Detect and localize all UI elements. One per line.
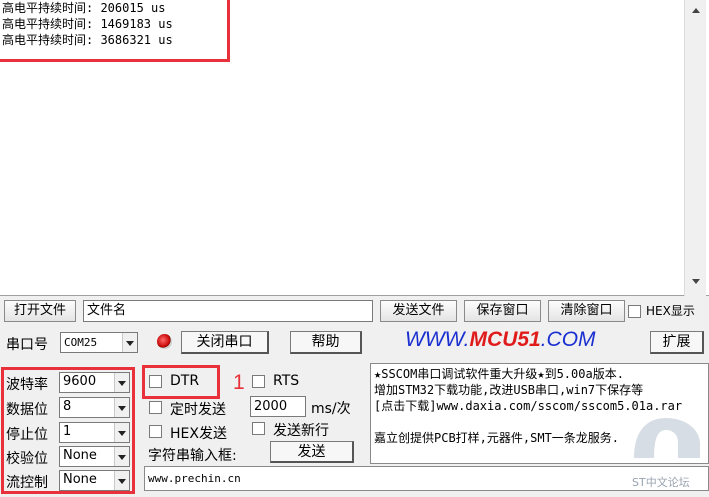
watermark-logo-icon [632, 412, 702, 460]
scroll-down-icon[interactable] [692, 279, 700, 284]
help-button[interactable]: 帮助 [290, 331, 362, 354]
timed-send-checkbox[interactable] [149, 401, 162, 414]
expand-button[interactable]: 扩展 [650, 331, 704, 354]
chevron-down-icon[interactable] [122, 333, 137, 352]
send-newline-checkbox[interactable] [252, 422, 265, 435]
stopbits-label: 停止位 [6, 427, 48, 443]
port-label: 串口号 [6, 337, 48, 353]
hex-send-label: HEX发送 [170, 426, 227, 442]
annotation-number: 1 [233, 371, 245, 394]
baud-value: 9600 [63, 374, 97, 389]
send-input[interactable]: www.prechin.cn [144, 466, 709, 491]
brand-mid: MCU51 [469, 328, 541, 351]
databits-select[interactable]: 8 [59, 397, 130, 418]
hex-display-checkbox[interactable] [628, 305, 641, 318]
scroll-up-icon[interactable] [692, 8, 700, 13]
databits-label: 数据位 [6, 402, 48, 418]
file-name-field[interactable]: 文件名 [83, 300, 373, 322]
send-newline-label: 发送新行 [273, 423, 329, 439]
input-label: 字符串输入框: [148, 448, 237, 464]
chevron-down-icon[interactable] [114, 398, 129, 417]
dtr-checkbox[interactable] [149, 375, 162, 388]
rts-checkbox[interactable] [252, 375, 265, 388]
chevron-down-icon[interactable] [114, 423, 129, 442]
interval-input[interactable]: 2000 [250, 396, 306, 417]
hex-display-label: HEX显示 [646, 304, 695, 318]
highlight-box-output [0, 0, 230, 62]
close-port-button[interactable]: 关闭串口 [181, 331, 269, 354]
receive-scrollbar[interactable] [684, 0, 706, 296]
clear-window-button[interactable]: 清除窗口 [548, 300, 625, 322]
parity-label: 校验位 [6, 451, 48, 467]
open-file-button[interactable]: 打开文件 [4, 300, 76, 322]
chevron-down-icon[interactable] [114, 373, 129, 392]
timed-send-label: 定时发送 [170, 402, 226, 418]
databits-value: 8 [63, 399, 72, 414]
flow-value: None [63, 472, 97, 487]
save-window-button[interactable]: 保存窗口 [464, 300, 541, 322]
baud-label: 波特率 [6, 377, 48, 393]
chevron-down-icon[interactable] [114, 471, 129, 490]
stopbits-select[interactable]: 1 [59, 422, 130, 443]
flow-select[interactable]: None [59, 470, 130, 491]
brand-link[interactable]: WWW.MCU51.COM [405, 328, 596, 352]
brand-suffix: .COM [540, 328, 596, 351]
baud-select[interactable]: 9600 [59, 372, 130, 393]
stopbits-value: 1 [63, 424, 72, 439]
send-file-button[interactable]: 发送文件 [380, 300, 457, 322]
port-select[interactable]: COM25 [60, 332, 138, 353]
parity-value: None [63, 448, 97, 463]
parity-select[interactable]: None [59, 446, 130, 467]
info-line: ★SSCOM串口调试软件重大升级★到5.00a版本. [374, 367, 624, 381]
dtr-label: DTR [170, 373, 200, 389]
info-line: 增加STM32下载功能,改进USB串口,win7下保存等 [374, 383, 644, 397]
interval-unit-label: ms/次 [311, 401, 351, 417]
rts-label: RTS [273, 373, 300, 389]
send-button[interactable]: 发送 [270, 441, 354, 463]
watermark-text: ST中文论坛 [632, 476, 690, 489]
port-value: COM25 [64, 336, 98, 349]
port-status-led-icon [157, 334, 172, 349]
chevron-down-icon[interactable] [114, 447, 129, 466]
hex-send-checkbox[interactable] [149, 425, 162, 438]
brand-prefix: WWW. [405, 328, 470, 351]
flow-label: 流控制 [6, 475, 48, 491]
